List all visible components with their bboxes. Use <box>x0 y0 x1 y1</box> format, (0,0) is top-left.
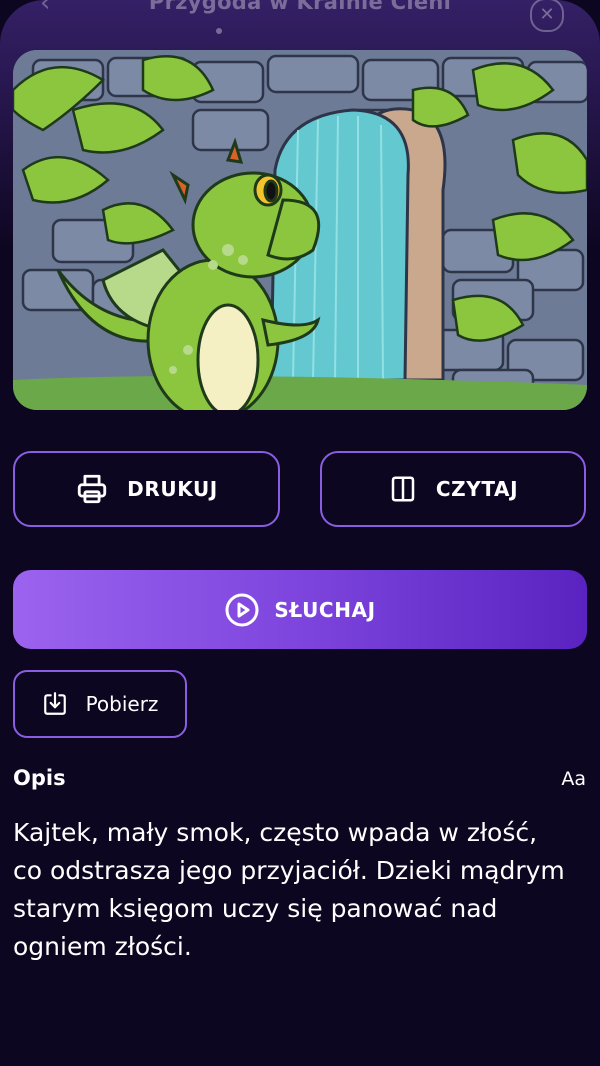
close-icon[interactable]: ✕ <box>530 0 564 32</box>
listen-button-label: SŁUCHAJ <box>274 597 376 622</box>
page-title: Przygoda w Krainie Cieni <box>148 0 452 14</box>
download-icon <box>42 690 68 718</box>
print-button[interactable]: DRUKUJ <box>13 451 280 527</box>
story-illustration <box>13 50 587 410</box>
read-button[interactable]: CZYTAJ <box>320 451 586 527</box>
printer-icon <box>75 472 109 506</box>
download-button-label: Pobierz <box>85 692 159 716</box>
download-button[interactable]: Pobierz <box>13 670 187 738</box>
book-icon <box>388 474 418 504</box>
phone-screen: ‹ Przygoda w Krainie Cieni ✕ DRUKUJ CZYT… <box>0 0 600 1066</box>
print-button-label: DRUKUJ <box>127 477 218 501</box>
page-indicator-dot <box>216 28 222 34</box>
font-size-toggle[interactable]: Aa <box>561 768 586 790</box>
read-button-label: CZYTAJ <box>435 477 519 501</box>
play-circle-icon <box>224 592 260 628</box>
description-title: Opis <box>13 766 66 790</box>
listen-button[interactable]: SŁUCHAJ <box>13 570 587 649</box>
description-text: Kajtek, mały smok, często wpada w złość,… <box>13 818 565 961</box>
